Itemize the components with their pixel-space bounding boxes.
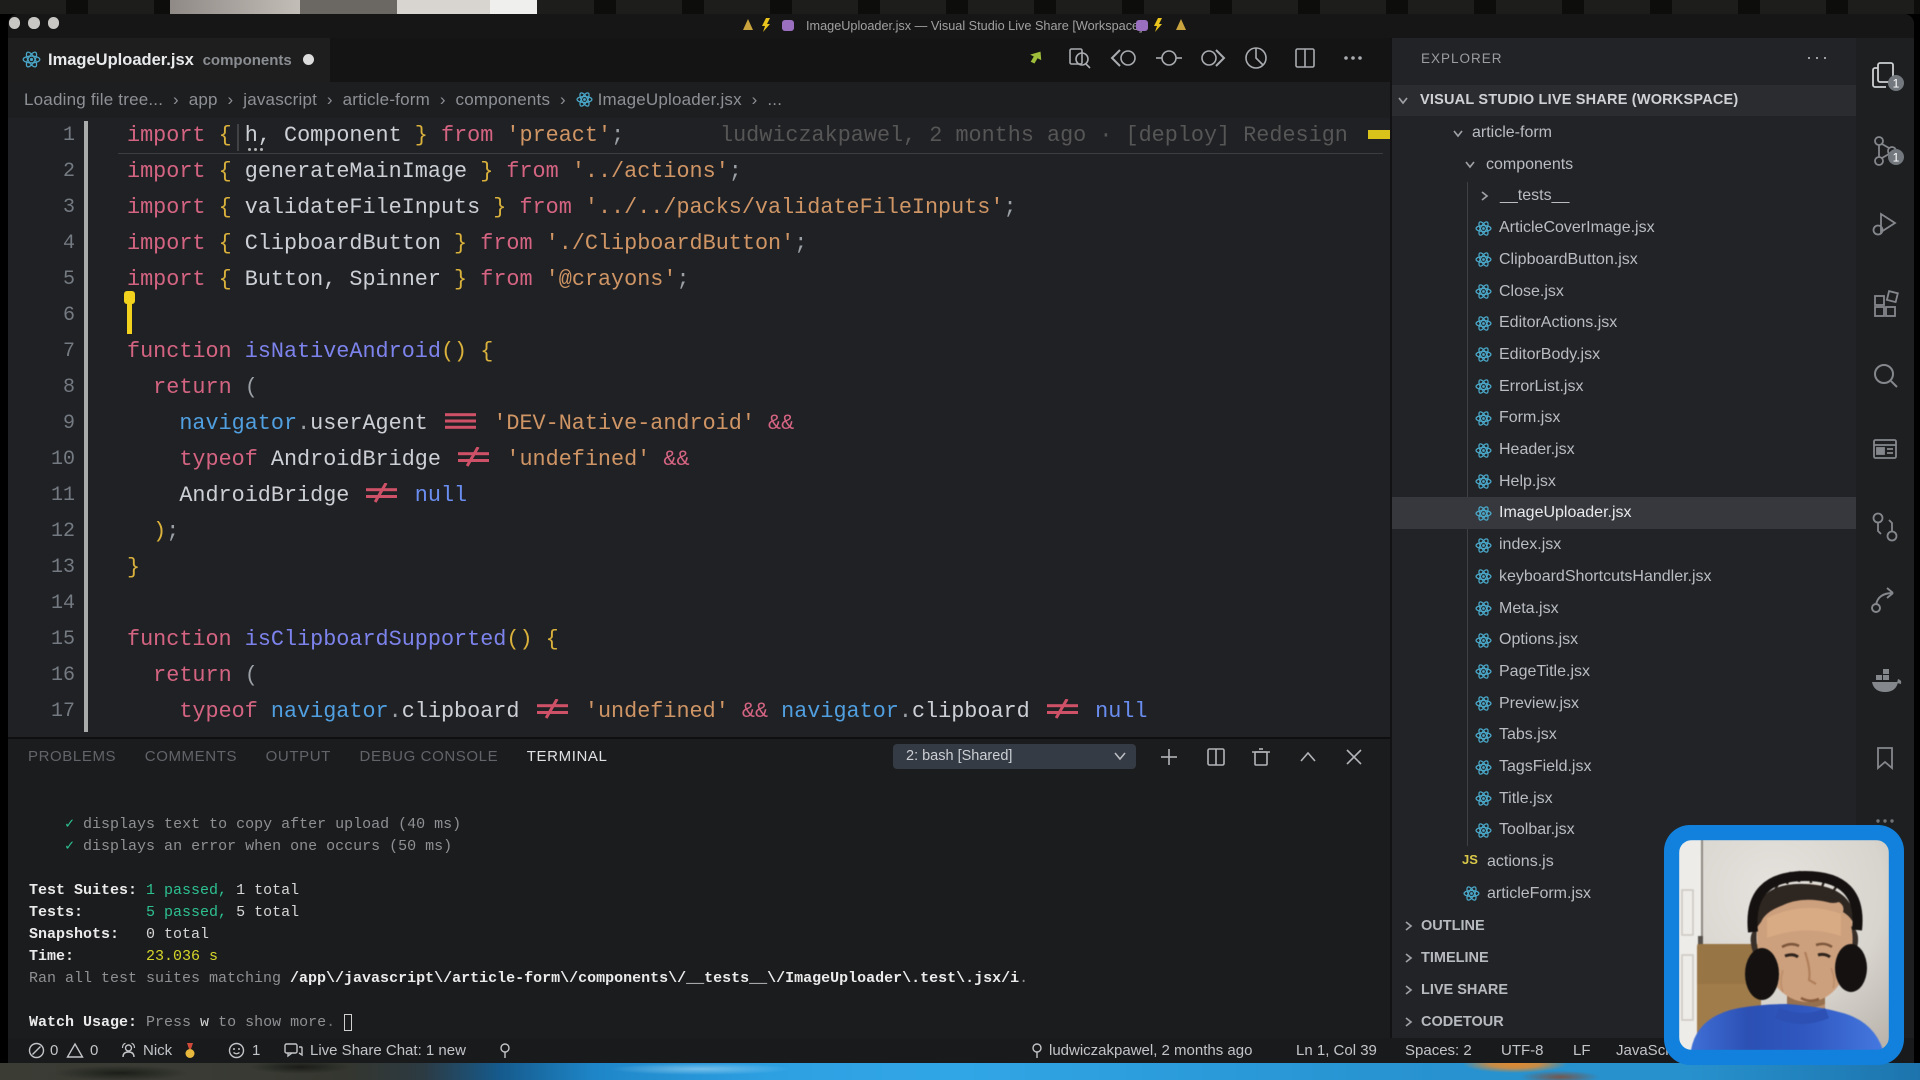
svg-text:1: 1 bbox=[1893, 151, 1900, 165]
svg-text:1: 1 bbox=[1893, 77, 1900, 91]
